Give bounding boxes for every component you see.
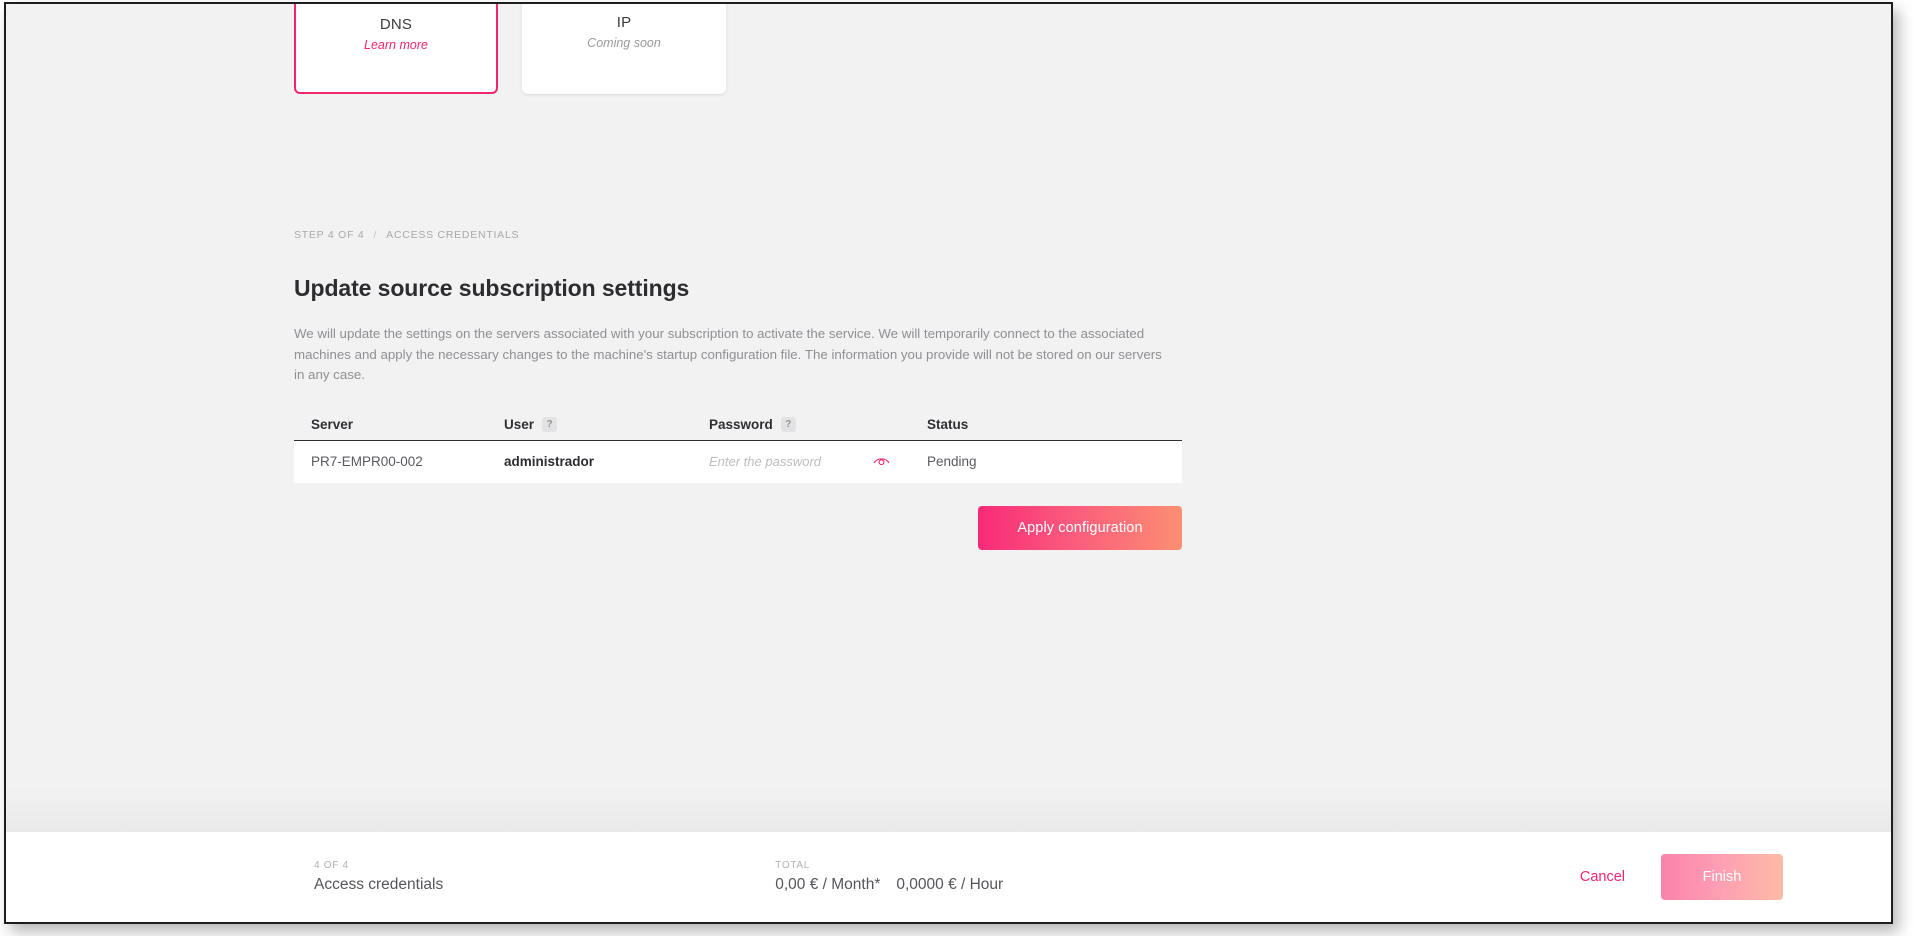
cell-status: Pending xyxy=(927,454,977,469)
finish-button[interactable]: Finish xyxy=(1661,854,1783,900)
column-header-label: User xyxy=(504,417,535,432)
column-header-label: Status xyxy=(927,417,969,432)
column-header-status: Status xyxy=(927,417,1127,432)
table-row: PR7-EMPR00-002 administrador Pending xyxy=(294,440,1182,483)
password-input[interactable] xyxy=(709,454,857,469)
help-icon-password[interactable]: ? xyxy=(780,417,796,432)
cancel-button[interactable]: Cancel xyxy=(1580,869,1625,885)
breadcrumb-current: ACCESS CREDENTIALS xyxy=(386,229,520,241)
page-content-area: DNS Learn more IP Coming soon STEP 4 OF … xyxy=(6,4,1891,922)
browser-window: DNS Learn more IP Coming soon STEP 4 OF … xyxy=(4,2,1893,924)
column-header-server: Server xyxy=(294,417,504,432)
help-icon-user[interactable]: ? xyxy=(542,417,558,432)
shield-ip-icon xyxy=(605,2,643,4)
footer-total-values: 0,00 € / Month* 0,0000 € / Hour xyxy=(775,876,1003,894)
footer-step-summary: 4 OF 4 Access credentials xyxy=(314,860,443,894)
breadcrumb: STEP 4 OF 4 / ACCESS CREDENTIALS xyxy=(294,229,1184,241)
cell-server: PR7-EMPR00-002 xyxy=(311,454,423,469)
eye-icon[interactable] xyxy=(871,452,891,472)
total-hourly-price: 0,0000 € / Hour xyxy=(896,876,1004,893)
scroll-fade-overlay xyxy=(6,786,1891,832)
table-header-row: Server User ? Password ? Status xyxy=(294,410,1182,441)
service-card-label: DNS xyxy=(379,16,413,33)
service-type-card-list: DNS Learn more IP Coming soon xyxy=(294,2,726,94)
globe-icon xyxy=(378,4,414,6)
apply-action-row: Apply configuration xyxy=(294,505,1182,550)
service-card-ip[interactable]: IP Coming soon xyxy=(522,2,726,94)
footer-total-kicker: TOTAL xyxy=(775,860,811,871)
column-header-password: Password ? xyxy=(709,417,927,432)
apply-configuration-button[interactable]: Apply configuration xyxy=(978,505,1182,550)
footer-actions: Cancel Finish xyxy=(1580,854,1783,900)
credentials-table: Server User ? Password ? Status PR7-EMPR… xyxy=(294,410,1182,483)
service-card-status-text: Coming soon xyxy=(587,36,661,50)
step-section: STEP 4 OF 4 / ACCESS CREDENTIALS Update … xyxy=(294,229,1184,550)
total-monthly-price: 0,00 € / Month* xyxy=(775,876,881,893)
footer-step-label: Access credentials xyxy=(314,876,444,893)
column-header-label: Password xyxy=(709,417,773,432)
page-description: We will update the settings on the serve… xyxy=(294,326,1162,382)
service-card-learn-more-link[interactable]: Learn more xyxy=(364,38,428,52)
service-card-dns[interactable]: DNS Learn more xyxy=(294,4,498,94)
footer-step-kicker: 4 OF 4 xyxy=(314,860,349,871)
column-header-label: Server xyxy=(311,417,354,432)
column-header-user: User ? xyxy=(504,417,709,432)
service-card-label: IP xyxy=(616,14,632,31)
breadcrumb-step: STEP 4 OF 4 xyxy=(294,229,365,241)
cell-password xyxy=(709,452,927,472)
footer-total-summary: TOTAL 0,00 € / Month* 0,0000 € / Hour xyxy=(775,860,1003,894)
cell-user: administrador xyxy=(504,454,595,469)
wizard-footer-bar: 4 OF 4 Access credentials TOTAL 0,00 € /… xyxy=(6,832,1891,922)
page-title: Update source subscription settings xyxy=(294,275,690,301)
breadcrumb-separator: / xyxy=(373,229,378,241)
